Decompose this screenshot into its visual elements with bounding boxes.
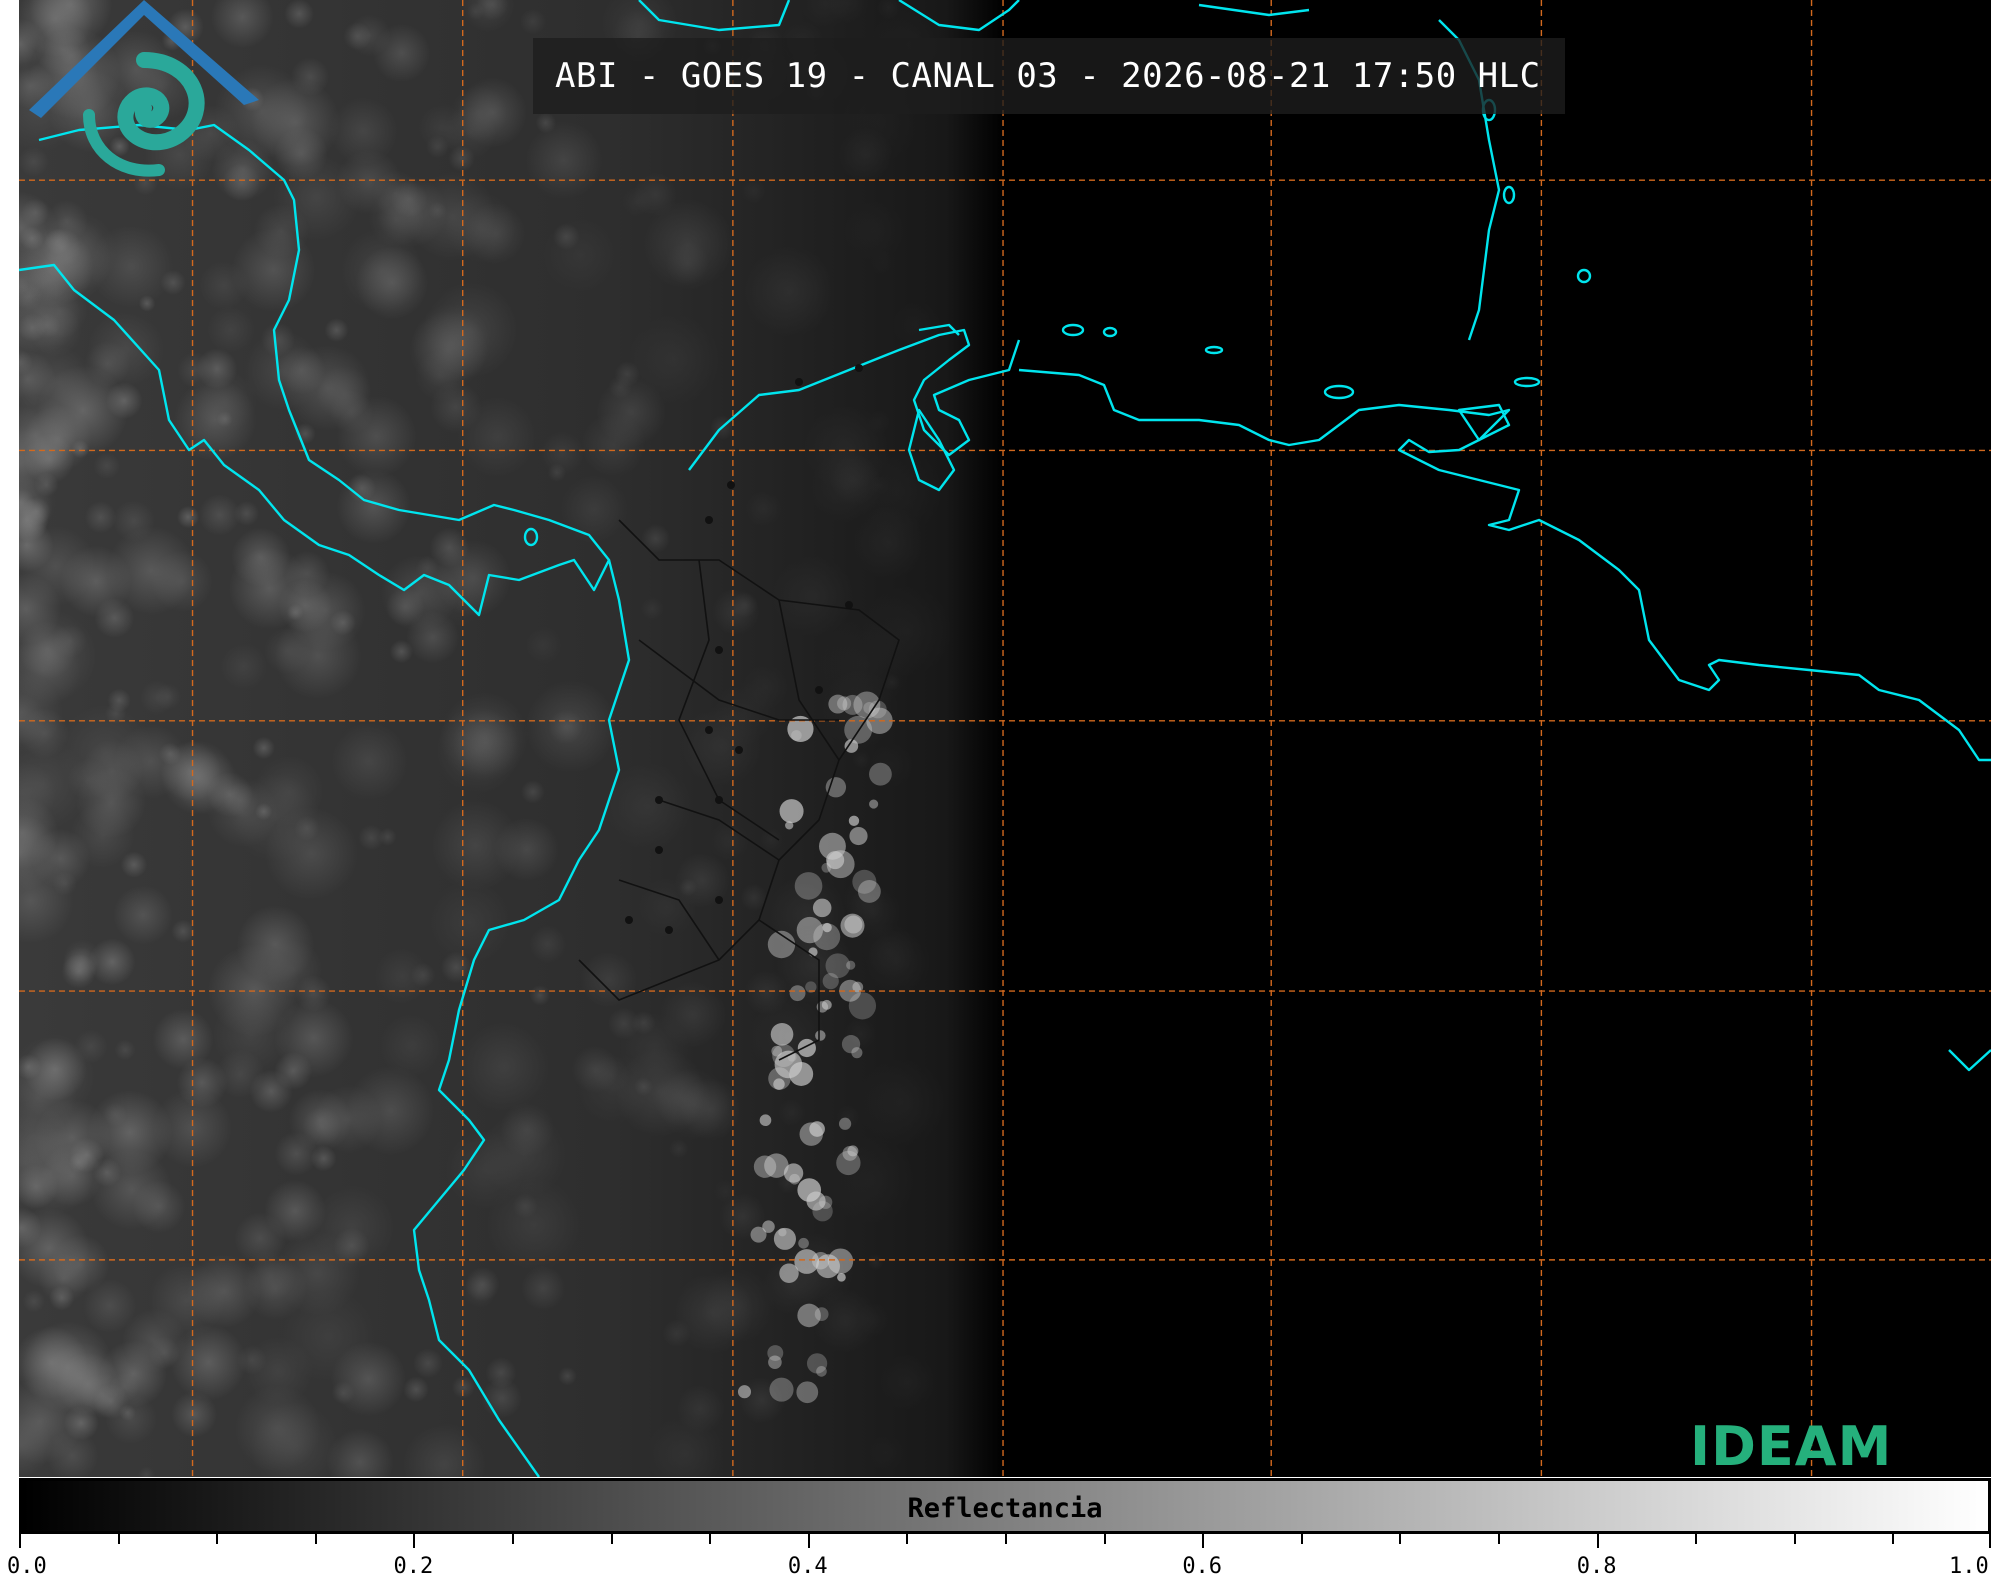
colorbar-minor-tick [216, 1534, 219, 1544]
colorbar-tick-label: 0.8 [1576, 1554, 1617, 1579]
colorbar-tick-label: 0.0 [7, 1554, 47, 1579]
colorbar-major-tick [19, 1534, 21, 1548]
colorbar-label: Reflectancia [907, 1493, 1103, 1524]
colorbar-minor-tick [906, 1534, 909, 1544]
map-title: ABI - GOES 19 - CANAL 03 - 2026-08-21 17… [533, 38, 1565, 114]
colorbar-tick-label: 0.2 [393, 1554, 434, 1579]
colorbar-ticks: 0.0 0.2 0.4 0.6 0.8 1.0 [7, 1534, 1991, 1579]
colorbar-major-tick [1202, 1534, 1205, 1548]
colorbar-minor-tick [1892, 1534, 1895, 1544]
colorbar-minor-tick [117, 1534, 120, 1544]
colorbar-major-tick [807, 1534, 810, 1548]
colorbar-minor-tick [709, 1534, 712, 1544]
colorbar-minor-tick [314, 1534, 317, 1544]
colorbar-minor-tick [512, 1534, 514, 1544]
colorbar-minor-tick [610, 1534, 613, 1544]
colorbar-tick-label: 0.6 [1182, 1554, 1223, 1579]
colorbar-tick-label: 1.0 [1949, 1554, 1989, 1579]
colorbar-tick-label: 0.4 [787, 1554, 828, 1579]
ideam-logo-icon [29, 0, 259, 177]
colorbar-minor-tick [1793, 1534, 1796, 1544]
colorbar-major-tick [413, 1534, 416, 1548]
ideam-logo-text: IDEAM [1690, 1415, 1893, 1477]
colorbar-minor-tick [1695, 1534, 1698, 1544]
colorbar-minor-tick [1005, 1534, 1007, 1544]
colorbar-minor-tick [1103, 1534, 1106, 1544]
colorbar-minor-tick [1300, 1534, 1303, 1544]
colorbar-major-tick [1596, 1534, 1599, 1548]
map-canvas [19, 0, 1991, 1477]
colorbar-minor-tick [1498, 1534, 1500, 1544]
satellite-map: ABI - GOES 19 - CANAL 03 - 2026-08-21 17… [19, 0, 1991, 1477]
colorbar: Reflectancia [19, 1478, 1991, 1534]
colorbar-major-tick [1989, 1534, 1991, 1548]
colorbar-minor-tick [1399, 1534, 1402, 1544]
